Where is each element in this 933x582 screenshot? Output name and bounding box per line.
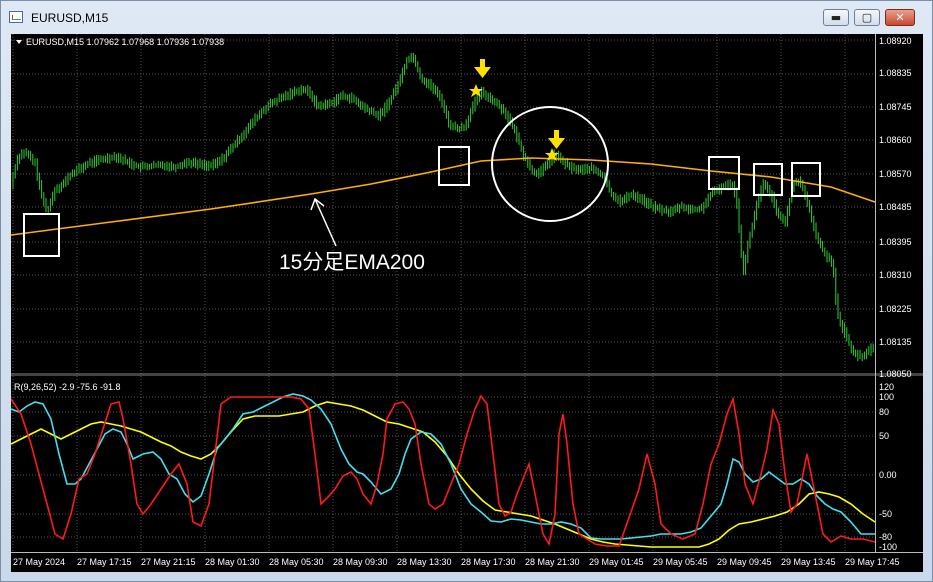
indicator-tick: 120 <box>879 382 894 392</box>
highlight-boxes <box>23 146 821 257</box>
time-tick: 29 May 01:45 <box>589 557 644 567</box>
price-tick: 1.08135 <box>879 337 912 347</box>
time-tick: 28 May 13:30 <box>397 557 452 567</box>
indicator-tick: 80 <box>879 407 889 417</box>
window-title: EURUSD,M15 <box>31 11 109 25</box>
indicator-axis: 120 100 80 50 0.00 -50 -80 -100 <box>879 382 897 552</box>
price-tick: 1.08395 <box>879 237 912 247</box>
price-tick: 1.08310 <box>879 270 912 280</box>
time-tick: 28 May 09:30 <box>333 557 388 567</box>
terminal-window: EURUSD,M15 ▬ ▢ ✕ 15分足EMA200 EURUSD,M15 1… <box>0 0 933 582</box>
signal-arrow-icon <box>469 59 491 97</box>
minimize-button[interactable]: ▬ <box>823 9 849 26</box>
price-tick: 1.08050 <box>879 369 912 379</box>
indicator-tick: -100 <box>879 542 897 552</box>
time-axis: 27 May 2024 27 May 17:15 27 May 21:15 28… <box>13 557 900 567</box>
indicator-tick: 50 <box>879 431 889 441</box>
price-tick: 1.08660 <box>879 135 912 145</box>
close-button[interactable]: ✕ <box>885 9 915 26</box>
title-bar[interactable]: EURUSD,M15 ▬ ▢ ✕ <box>1 1 932 33</box>
time-tick: 27 May 2024 <box>13 557 65 567</box>
price-tick: 1.08745 <box>879 102 912 112</box>
time-tick: 27 May 17:15 <box>77 557 132 567</box>
chart-area[interactable]: 15分足EMA200 EURUSD,M15 1.07962 1.07968 1.… <box>10 34 923 572</box>
highlight-box <box>438 146 470 186</box>
collapse-arrow-icon[interactable] <box>16 40 22 44</box>
maximize-button[interactable]: ▢ <box>854 9 880 26</box>
indicator-header: R(9,26,52) -2.9 -75.6 -91.8 <box>14 382 121 392</box>
price-tick: 1.08835 <box>879 68 912 78</box>
time-tick: 28 May 17:30 <box>461 557 516 567</box>
indicator-series <box>10 393 876 548</box>
time-tick: 27 May 21:15 <box>141 557 196 567</box>
ema200-annotation: 15分足EMA200 <box>279 251 425 274</box>
time-tick: 29 May 05:45 <box>653 557 708 567</box>
price-tick: 1.08225 <box>879 304 912 314</box>
indicator-tick: 0.00 <box>879 470 897 480</box>
time-tick: 28 May 05:30 <box>269 557 324 567</box>
time-tick: 28 May 01:30 <box>205 557 260 567</box>
time-tick: 29 May 09:45 <box>717 557 772 567</box>
main-chart-header: EURUSD,M15 1.07962 1.07968 1.07936 1.079… <box>26 37 224 47</box>
highlight-box <box>23 213 60 257</box>
price-tick: 1.08570 <box>879 169 912 179</box>
annotation-arrow <box>310 197 337 247</box>
indicator-tick: -50 <box>879 509 892 519</box>
chart-window-icon <box>9 11 23 23</box>
indicator-tick: -80 <box>879 532 892 542</box>
price-axis: 1.08920 1.08835 1.08745 1.08660 1.08570 … <box>879 36 912 379</box>
time-tick: 29 May 13:45 <box>781 557 836 567</box>
indicator-tick: 100 <box>879 392 894 402</box>
time-tick: 29 May 17:45 <box>845 557 900 567</box>
signal-arrow-icon <box>545 130 565 161</box>
star-icon <box>469 84 483 97</box>
time-tick: 28 May 21:30 <box>525 557 580 567</box>
price-tick: 1.08485 <box>879 202 912 212</box>
price-tick: 1.08920 <box>879 36 912 46</box>
price-chart-canvas[interactable]: 15分足EMA200 EURUSD,M15 1.07962 1.07968 1.… <box>10 34 923 572</box>
